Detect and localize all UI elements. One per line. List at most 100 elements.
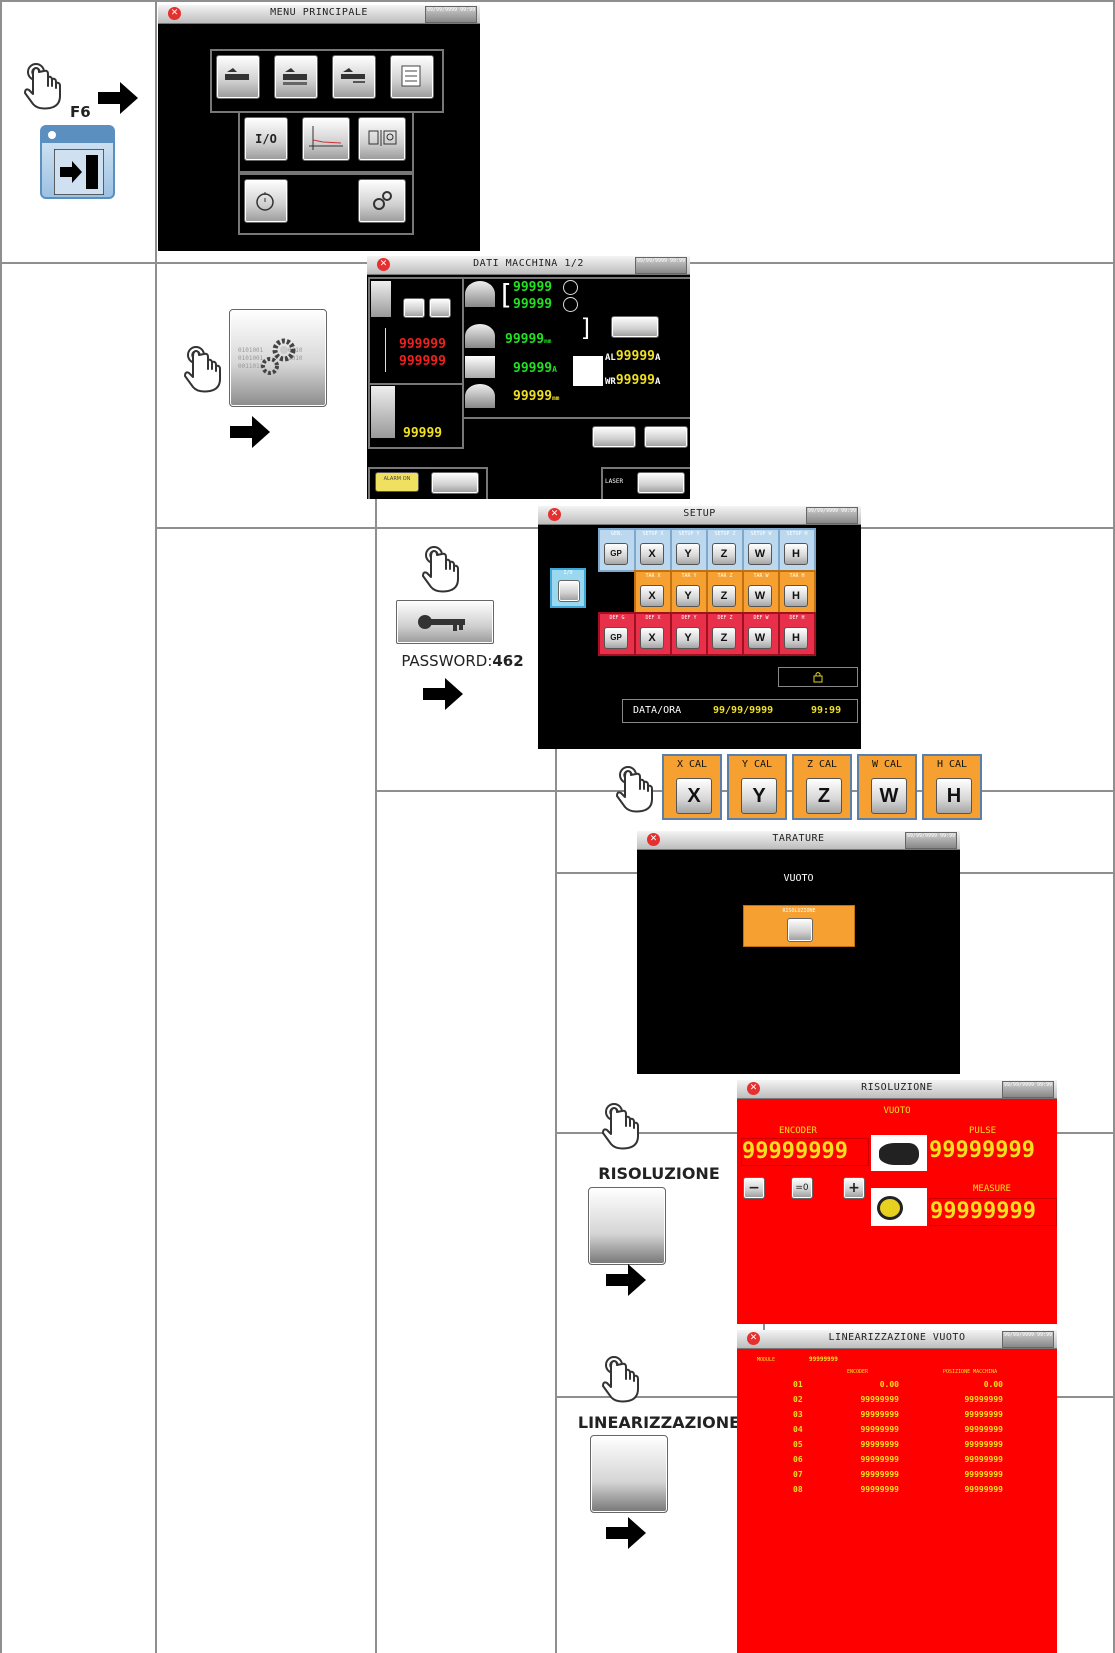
lin-encoder-value[interactable]: 99999999 [835, 1470, 899, 1479]
default-tile[interactable]: DEF Z Z [706, 612, 744, 656]
tool-config-button[interactable] [611, 316, 659, 338]
chart-icon [573, 356, 603, 386]
cal-tile-key: H [936, 778, 972, 814]
lin-position-value[interactable]: 99999999 [939, 1455, 1003, 1464]
pulse-label: PULSE [969, 1126, 997, 1136]
cal-tile[interactable]: Z CAL Z [792, 754, 852, 820]
lock-button[interactable] [778, 667, 858, 687]
zero-button[interactable]: =0 [791, 1177, 813, 1199]
timer-button[interactable] [244, 179, 288, 223]
lin-encoder-value[interactable]: 99999999 [835, 1410, 899, 1419]
io-setup-tile[interactable]: I/O [550, 568, 586, 608]
pulse-value[interactable]: 99999999 [929, 1138, 1055, 1164]
menu-principale-screen: ✕ MENU PRINCIPALE 99/99/9999 99:99 I/O [158, 5, 480, 251]
alarm-on-button[interactable]: ALARM ON [375, 472, 419, 492]
password-key-button[interactable] [396, 600, 494, 644]
lin-position-value[interactable]: 99999999 [939, 1425, 1003, 1434]
arrow-right-icon [606, 1517, 646, 1549]
default-tile[interactable]: DEF H H [778, 612, 816, 656]
machine-data-button[interactable]: 0101001 0101001 0011010 0010 1010 [229, 309, 327, 407]
tool-button-1[interactable] [403, 298, 425, 318]
settings-io-button[interactable] [358, 117, 406, 161]
exit-button[interactable] [40, 125, 115, 199]
alarm-mute-button[interactable] [431, 472, 479, 494]
setup-tile[interactable]: SETUP X X [634, 528, 672, 572]
setup-tile-label: SETUP W [750, 531, 772, 537]
default-tile[interactable]: DEF G GP [598, 612, 636, 656]
date-value[interactable]: 99/99/9999 [713, 705, 773, 716]
setup-tile[interactable]: SETUP Z Z [706, 528, 744, 572]
risoluzione-tile[interactable]: RISOLUZIONE [743, 905, 855, 947]
menu-button-3[interactable] [332, 55, 376, 99]
measure-value[interactable]: 99999999 [929, 1198, 1057, 1226]
encoder-image [871, 1135, 927, 1171]
default-tile[interactable]: DEF Y Y [670, 612, 708, 656]
default-tile[interactable]: DEF X X [634, 612, 672, 656]
menu-button-list[interactable] [390, 55, 434, 99]
lin-position-value[interactable]: 99999999 [939, 1410, 1003, 1419]
taratura-tile[interactable]: TAR X X [634, 570, 672, 614]
setup-tile-key: GP [604, 543, 628, 565]
graph-button[interactable] [302, 117, 350, 161]
lin-position-value[interactable]: 99999999 [939, 1440, 1003, 1449]
lin-encoder-value[interactable]: 0.00 [835, 1380, 899, 1389]
setup-tile[interactable]: SETUP H H [778, 528, 816, 572]
io-setup-label: I/O [563, 570, 573, 576]
lin-position-value[interactable]: 99999999 [939, 1395, 1003, 1404]
key-button[interactable] [592, 426, 636, 448]
hand-pointer-icon [184, 346, 221, 393]
default-tile[interactable]: DEF W W [742, 612, 780, 656]
linearizzazione-screen: ✕ LINEARIZZAZIONE VUOTO 99/99/9999 99:99… [737, 1330, 1057, 1653]
lin-position-value[interactable]: 99999999 [939, 1470, 1003, 1479]
cal-tile[interactable]: H CAL H [922, 754, 982, 820]
lin-encoder-value[interactable]: 99999999 [835, 1455, 899, 1464]
setup-tile[interactable]: GEN. GP [598, 528, 636, 572]
encoder-value[interactable]: 99999999 [741, 1138, 869, 1166]
menu-button-1[interactable] [216, 55, 260, 99]
setup-tile-key: H [784, 543, 808, 565]
tool-button-2[interactable] [429, 298, 451, 318]
laser-toggle-button[interactable] [637, 472, 685, 494]
taratura-tile-label: TAR Y [681, 573, 697, 579]
taratura-tile-key: Y [676, 585, 700, 607]
taratura-tile[interactable]: TAR W W [742, 570, 780, 614]
machine-icon [283, 68, 307, 85]
io-small-button[interactable] [644, 426, 688, 448]
plus-button[interactable]: + [843, 1177, 865, 1199]
cal-tile-label: Z CAL [806, 759, 838, 770]
menu-button-2[interactable] [274, 55, 318, 99]
minus-button[interactable]: − [743, 1177, 765, 1199]
lin-encoder-value[interactable]: 99999999 [835, 1440, 899, 1449]
zero-label: =0 [795, 1183, 809, 1193]
lin-position-value[interactable]: 99999999 [939, 1485, 1003, 1494]
cal-tile[interactable]: Y CAL Y [727, 754, 787, 820]
cal-tile[interactable]: W CAL W [857, 754, 917, 820]
exit-icon-dot [48, 131, 56, 139]
lin-row-index: 02 [793, 1395, 803, 1404]
setup-tile[interactable]: SETUP W W [742, 528, 780, 572]
lin-encoder-value[interactable]: 99999999 [835, 1485, 899, 1494]
cal-tile[interactable]: X CAL X [662, 754, 722, 820]
lin-row-index: 01 [793, 1380, 803, 1389]
lin-encoder-value[interactable]: 99999999 [835, 1395, 899, 1404]
key-icon [418, 615, 465, 631]
encoder-shape [879, 1143, 919, 1165]
io-button[interactable]: I/O [244, 117, 288, 161]
setup-tile[interactable]: SETUP Y Y [670, 528, 708, 572]
machine-icon [225, 68, 249, 80]
lin-row-index: 07 [793, 1470, 803, 1479]
title-bar: ✕ SETUP 99/99/9999 99:99 [538, 506, 861, 525]
risoluzione-button[interactable] [588, 1187, 666, 1265]
time-value[interactable]: 99:99 [811, 705, 841, 716]
taratura-tile[interactable]: TAR Y Y [670, 570, 708, 614]
lin-position-value[interactable]: 0.00 [939, 1380, 1003, 1389]
gear-button[interactable] [358, 179, 406, 223]
linearizzazione-button[interactable] [590, 1435, 668, 1513]
lin-row-index: 03 [793, 1410, 803, 1419]
lin-encoder-value[interactable]: 99999999 [835, 1425, 899, 1434]
blade-icon [465, 281, 495, 307]
taratura-tile[interactable]: TAR Z Z [706, 570, 744, 614]
taratura-tile[interactable]: TAR H H [778, 570, 816, 614]
cal-tile-label: W CAL [871, 759, 903, 770]
io-label: I/O [255, 132, 277, 146]
